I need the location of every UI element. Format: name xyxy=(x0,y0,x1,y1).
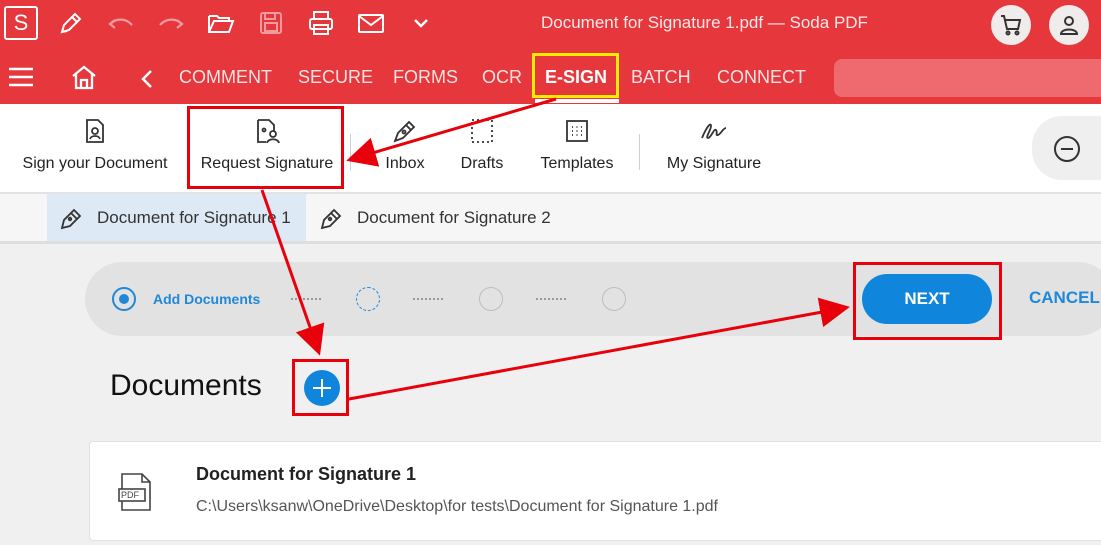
sign-document-label: Sign your Document xyxy=(22,155,168,172)
doc-tab-1[interactable]: Document for Signature 1 xyxy=(47,194,306,241)
sign-document-icon xyxy=(86,119,104,143)
toolbar-separator xyxy=(639,134,640,170)
chevron-left-icon[interactable] xyxy=(140,69,154,94)
user-icon xyxy=(1059,16,1079,35)
zoom-out-icon[interactable] xyxy=(1052,134,1082,164)
tab-comment[interactable]: COMMENT xyxy=(179,67,272,88)
drafts-icon xyxy=(471,119,493,143)
mail-icon[interactable] xyxy=(356,8,386,38)
my-signature-label: My Signature xyxy=(666,155,762,172)
annotation-highlight-next-button xyxy=(853,262,1002,340)
annotation-highlight-add-button xyxy=(292,359,349,416)
chevron-down-icon[interactable] xyxy=(406,8,436,38)
home-icon[interactable] xyxy=(70,64,98,95)
document-name: Document for Signature 1 xyxy=(196,464,417,484)
zoom-control xyxy=(1032,116,1101,180)
edit-pen-icon[interactable] xyxy=(56,8,86,38)
account-button[interactable] xyxy=(1049,5,1089,45)
cart-icon xyxy=(1001,15,1022,36)
inbox-button[interactable]: Inbox xyxy=(373,104,437,194)
annotation-highlight-request-signature xyxy=(187,106,344,189)
search-input[interactable] xyxy=(834,59,1101,97)
templates-icon xyxy=(566,120,588,142)
hamburger-menu-icon[interactable] xyxy=(8,67,34,92)
active-tab-indicator xyxy=(535,99,619,103)
title-bar: S Document for Signature 1.pdf — Soda PD… xyxy=(0,0,1101,50)
e-sign-toolbar: Sign your Document Request Signature Inb… xyxy=(0,104,1101,194)
pen-icon xyxy=(320,208,342,230)
undo-icon[interactable] xyxy=(106,8,136,38)
inbox-pen-icon xyxy=(393,120,416,143)
drafts-button[interactable]: Drafts xyxy=(450,104,514,194)
step-connector xyxy=(291,298,321,300)
signature-scribble-icon xyxy=(701,123,727,139)
document-tabs: Document for Signature 1 Document for Si… xyxy=(0,194,1101,244)
step-2-indicator xyxy=(356,287,380,311)
pen-icon xyxy=(60,208,82,230)
tab-batch[interactable]: BATCH xyxy=(631,67,691,88)
open-folder-icon[interactable] xyxy=(206,8,236,38)
cancel-button[interactable]: CANCEL xyxy=(1029,288,1100,308)
tab-secure[interactable]: SECURE xyxy=(298,67,373,88)
document-card[interactable]: PDF Document for Signature 1 C:\Users\ks… xyxy=(89,441,1101,541)
templates-button[interactable]: Templates xyxy=(532,104,622,194)
tab-connect[interactable]: CONNECT xyxy=(717,67,806,88)
print-icon[interactable] xyxy=(306,8,336,38)
save-icon[interactable] xyxy=(256,8,286,38)
sign-document-button[interactable]: Sign your Document xyxy=(18,104,172,194)
my-signature-button[interactable]: My Signature xyxy=(660,104,768,194)
step-connector xyxy=(413,298,443,300)
tab-forms[interactable]: FORMS xyxy=(393,67,458,88)
step-connector xyxy=(536,298,566,300)
templates-label: Templates xyxy=(540,155,614,172)
annotation-highlight-e-sign xyxy=(532,53,619,98)
document-path: C:\Users\ksanw\OneDrive\Desktop\for test… xyxy=(196,498,718,515)
drafts-label: Drafts xyxy=(460,155,504,172)
tab-ocr[interactable]: OCR xyxy=(482,67,522,88)
doc-tab-label: Document for Signature 1 xyxy=(97,208,291,227)
step-3-indicator xyxy=(479,287,503,311)
step-4-indicator xyxy=(602,287,626,311)
doc-tab-label: Document for Signature 2 xyxy=(357,208,551,227)
step-1-label: Add Documents xyxy=(153,291,261,307)
cart-button[interactable] xyxy=(991,5,1031,45)
toolbar-separator xyxy=(350,134,351,170)
inbox-label: Inbox xyxy=(385,155,425,172)
pdf-icon-label: PDF xyxy=(121,490,139,500)
window-title: Document for Signature 1.pdf — Soda PDF xyxy=(541,13,868,32)
doc-tab-2[interactable]: Document for Signature 2 xyxy=(307,194,577,241)
documents-heading: Documents xyxy=(110,369,262,402)
redo-icon[interactable] xyxy=(156,8,186,38)
soda-logo[interactable]: S xyxy=(4,6,38,40)
step-1-indicator xyxy=(112,287,136,311)
